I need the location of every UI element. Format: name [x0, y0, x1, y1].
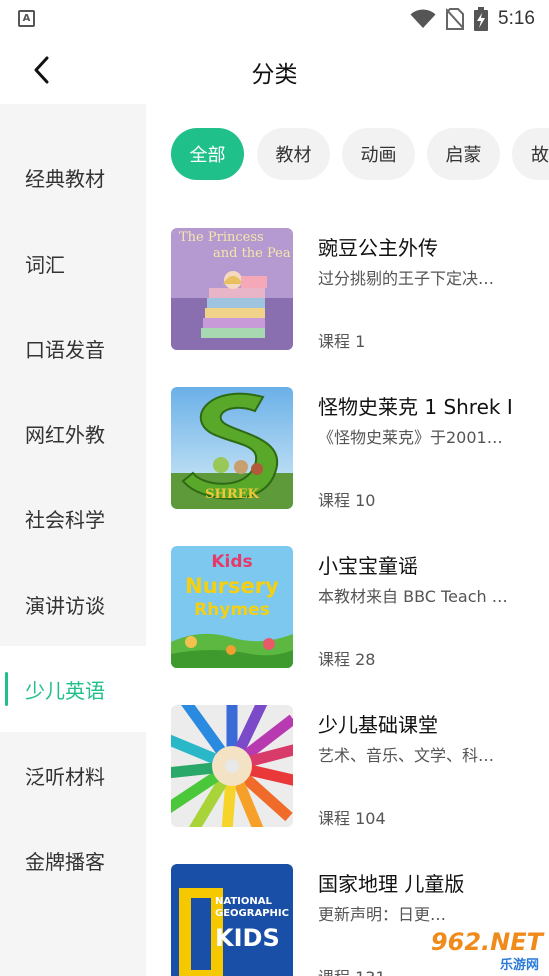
sidebar-item-label: 少儿英语	[25, 678, 105, 703]
sidebar-item-speeches[interactable]: 演讲访谈	[0, 561, 146, 647]
course-lesson-count: 课程 1	[318, 332, 366, 351]
course-lesson-count: 课程 104	[318, 809, 386, 828]
sidebar-item-label: 演讲访谈	[25, 593, 105, 618]
sidebar-item-label: 网红外教	[25, 422, 105, 447]
course-lesson-count: 课程 131	[318, 964, 386, 976]
chip-stories[interactable]: 故	[512, 128, 549, 180]
thumb-text: Kids	[211, 552, 253, 572]
sidebar-item-extensive-listening[interactable]: 泛听材料	[0, 732, 146, 818]
course-description: 《怪物史莱克》于2001…	[318, 428, 503, 447]
thumb-text: Rhymes	[194, 600, 270, 620]
course-card[interactable]: 少儿基础课堂 艺术、音乐、文学、科… 课程 104	[146, 683, 549, 842]
chip-all[interactable]: 全部	[171, 128, 244, 180]
watermark-sub: 乐游网	[499, 958, 539, 973]
sidebar-item-label: 社会科学	[25, 507, 105, 532]
header: 分类	[0, 38, 549, 104]
course-card[interactable]: Kids Nursery Rhymes 小宝宝童谣 本教材来自 BBC Teac…	[146, 524, 549, 683]
filter-chips: 全部 教材 动画 启蒙 故	[146, 104, 549, 206]
status-bar: A 5:16	[0, 0, 549, 38]
sidebar-item-speaking[interactable]: 口语发音	[0, 305, 146, 391]
course-description: 艺术、音乐、文学、科…	[318, 746, 495, 765]
sidebar-item-kids-english[interactable]: 少儿英语	[0, 646, 146, 732]
sidebar-item-label: 经典教材	[25, 166, 105, 191]
thumb-text: Nursery	[185, 574, 279, 598]
course-card[interactable]: The Princess and the Pea 豌豆公主外传 过分挑剔的王子下…	[146, 206, 549, 365]
course-lesson-count: 课程 28	[318, 650, 376, 669]
course-thumbnail: NATIONAL GEOGRAPHIC KIDS	[171, 864, 293, 976]
chip-textbooks[interactable]: 教材	[257, 128, 330, 180]
sidebar-item-classic-textbooks[interactable]: 经典教材	[0, 134, 146, 220]
sidebar-item-vocabulary[interactable]: 词汇	[0, 220, 146, 306]
course-thumbnail: SHREK	[171, 387, 293, 509]
thumb-text: KIDS	[215, 924, 280, 952]
sidebar-item-podcasts[interactable]: 金牌播客	[0, 817, 146, 903]
sidebar-item-social-science[interactable]: 社会科学	[0, 475, 146, 561]
thumb-text: and the Pea	[213, 246, 291, 261]
thumb-text: The Princess	[179, 230, 264, 245]
sidebar-item-label: 泛听材料	[25, 764, 105, 789]
course-lesson-count: 课程 10	[318, 491, 376, 510]
sidebar-item-label: 词汇	[25, 252, 65, 277]
status-icons: 5:16	[410, 6, 535, 32]
page-title: 分类	[251, 62, 298, 88]
clock: 5:16	[498, 8, 535, 29]
course-thumbnail: The Princess and the Pea	[171, 228, 293, 350]
watermark-brand: 962.NET	[430, 928, 543, 956]
course-title: 国家地理 儿童版	[318, 872, 465, 896]
course-thumbnail	[171, 705, 293, 827]
thumb-text: GEOGRAPHIC	[215, 908, 289, 919]
chip-animation[interactable]: 动画	[342, 128, 415, 180]
course-list: The Princess and the Pea 豌豆公主外传 过分挑剔的王子下…	[146, 206, 549, 976]
course-title: 少儿基础课堂	[318, 713, 438, 737]
sidebar-item-label: 金牌播客	[25, 849, 105, 874]
course-thumbnail: Kids Nursery Rhymes	[171, 546, 293, 668]
chip-enlightenment[interactable]: 启蒙	[427, 128, 500, 180]
sidebar-item-influencer-teachers[interactable]: 网红外教	[0, 390, 146, 476]
course-title: 怪物史莱克 1 Shrek I	[318, 395, 513, 419]
no-sim-icon	[446, 8, 465, 30]
thumb-text: SHREK	[205, 487, 259, 502]
course-title: 小宝宝童谣	[318, 554, 418, 578]
course-description: 过分挑剔的王子下定决…	[318, 269, 495, 288]
app-badge-icon: A	[18, 10, 35, 27]
battery-charging-icon	[474, 7, 489, 31]
course-description: 更新声明：日更…	[318, 905, 447, 924]
course-title: 豌豆公主外传	[318, 236, 438, 260]
category-sidebar: 经典教材 词汇 口语发音 网红外教 社会科学 演讲访谈 少儿英语 泛听材料 金牌…	[0, 104, 146, 976]
thumb-text: NATIONAL	[215, 896, 272, 907]
course-description: 本教材来自 BBC Teach …	[318, 587, 508, 606]
wifi-icon	[410, 9, 436, 28]
sidebar-item-label: 口语发音	[25, 337, 105, 362]
course-card[interactable]: SHREK 怪物史莱克 1 Shrek I 《怪物史莱克》于2001… 课程 1…	[146, 365, 549, 524]
watermark-logo: 962.NET 乐游网	[411, 928, 543, 973]
